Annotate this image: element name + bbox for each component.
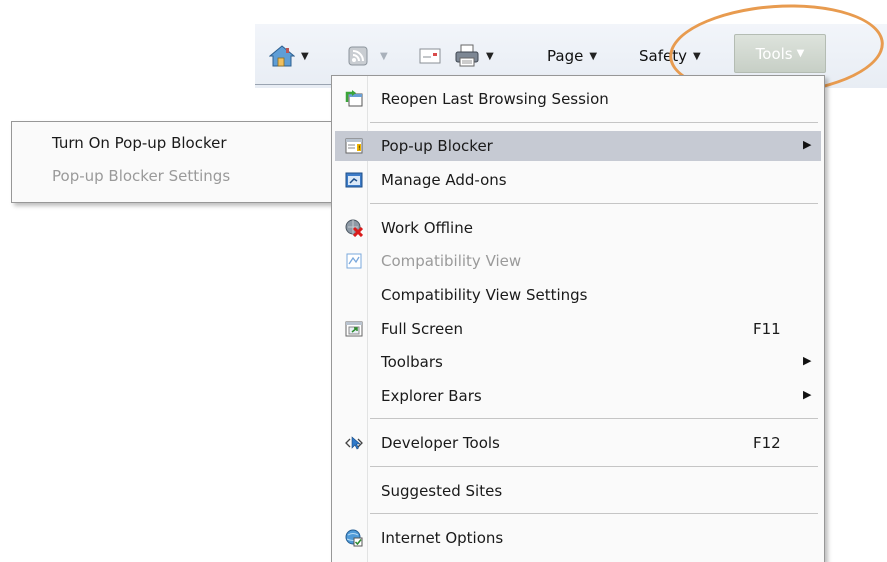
compatibility-view-icon [346,253,362,269]
popup-blocker-submenu: Turn On Pop-up Blocker Pop-up Blocker Se… [11,121,333,203]
page-menu-label: Page [547,47,584,65]
work-offline-item[interactable]: Work Offline [335,213,821,243]
menu-item-label: Work Offline [381,219,473,237]
work-offline-icon [345,219,363,237]
menu-item-label: Manage Add-ons [381,171,507,189]
full-screen-icon [345,321,363,337]
menu-item-label: Internet Options [381,529,504,547]
chevron-down-icon: ▼ [589,50,598,62]
feeds-icon [348,46,368,66]
home-icon [269,45,295,67]
reopen-last-session-item[interactable]: Reopen Last Browsing Session [335,84,821,114]
menu-item-label: Reopen Last Browsing Session [381,90,609,108]
internet-options-item[interactable]: Internet Options [335,523,821,553]
menu-separator [370,418,818,419]
read-mail-icon [419,48,441,64]
menu-item-label: Full Screen [381,320,463,338]
menu-item-label: Pop-up Blocker [381,137,493,155]
shortcut-label: F11 [753,320,781,338]
submenu-arrow-icon: ▶ [803,388,812,401]
reopen-session-icon [345,90,363,107]
full-screen-item[interactable]: Full Screen F11 [335,314,821,344]
popup-blocker-settings-item: Pop-up Blocker Settings [52,167,231,185]
safety-menu-label: Safety [639,47,687,65]
menu-item-label: Explorer Bars [381,387,482,405]
compatibility-view-settings-item[interactable]: Compatibility View Settings [335,280,821,310]
home-button[interactable]: ▼ [269,24,309,88]
developer-tools-item[interactable]: Developer Tools F12 [335,428,821,458]
menu-item-label: Suggested Sites [381,482,503,500]
menu-separator [370,466,818,467]
chevron-down-icon: ▼ [692,50,701,62]
tools-menu-label: Tools [755,44,793,63]
internet-options-icon [345,529,363,547]
submenu-arrow-icon: ▶ [803,354,812,367]
compatibility-view-item: Compatibility View [335,246,821,276]
shortcut-label: F12 [753,434,781,452]
chevron-down-icon: ▼ [796,48,805,59]
menu-separator [370,513,818,514]
manage-addons-item[interactable]: Manage Add-ons [335,165,821,195]
toolbars-item[interactable]: Toolbars ▶ [335,347,821,377]
print-icon [455,44,479,67]
print-dropdown-arrow[interactable]: ▼ [486,51,494,62]
menu-item-label: Compatibility View Settings [381,286,588,304]
suggested-sites-item[interactable]: Suggested Sites [335,476,821,506]
menu-item-label: Toolbars [381,353,443,371]
developer-tools-icon [345,436,363,450]
tools-menu-button[interactable]: Tools ▼ [734,34,826,73]
svg-text:!: ! [358,145,360,152]
menu-separator [370,122,818,123]
explorer-bars-item[interactable]: Explorer Bars ▶ [335,381,821,411]
menu-item-label: Compatibility View [381,252,522,270]
popup-blocker-icon: ! [345,138,363,154]
feeds-dropdown-arrow[interactable]: ▼ [380,51,388,62]
home-dropdown-arrow[interactable]: ▼ [301,51,309,62]
menu-separator [370,203,818,204]
tools-menu: Reopen Last Browsing Session ! Pop-up Bl… [331,75,825,562]
menu-item-label: Developer Tools [381,434,500,452]
submenu-arrow-icon: ▶ [803,138,812,151]
manage-addons-icon [345,172,363,188]
turn-on-popup-blocker-item[interactable]: Turn On Pop-up Blocker [52,134,227,158]
popup-blocker-item[interactable]: ! Pop-up Blocker ▶ [335,131,821,161]
